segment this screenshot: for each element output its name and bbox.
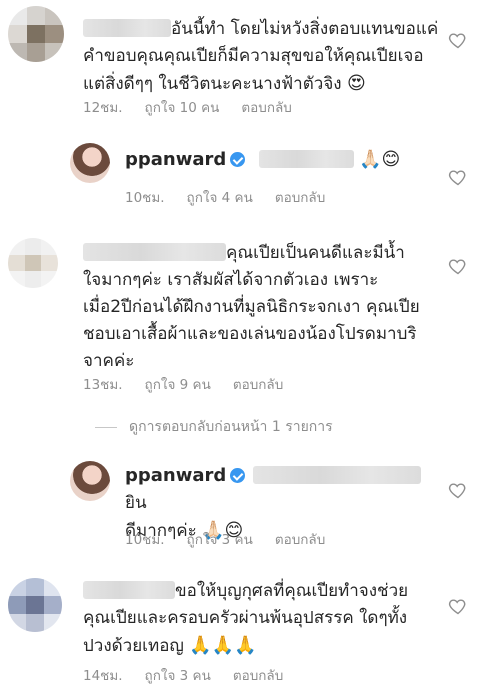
comment-text: คุณเปียเป็นคนดีและมีน้ำ ใจมากๆค่ะ เราสัม…	[83, 240, 453, 375]
username[interactable]: ppanward	[125, 465, 226, 486]
like-heart-icon[interactable]	[448, 30, 468, 50]
like-heart-icon[interactable]	[448, 167, 468, 187]
comment-line: คุณเปียเป็นคนดีและมีน้ำ	[226, 243, 405, 263]
reply-meta: 10ชม. ถูกใจ 4 คน ตอบกลับ	[125, 186, 325, 208]
comment-line: ขอให้บุญกุศลที่คุณเปียทำจงช่วย	[175, 581, 409, 601]
comment-line: อันนี้ทำ โดยไม่หวังสิ่งตอบแทนขอแค่	[171, 19, 439, 39]
like-heart-icon[interactable]	[448, 256, 468, 276]
comment-meta: 13ชม. ถูกใจ 9 คน ตอบกลับ	[83, 373, 283, 395]
likes-count[interactable]: ถูกใจ 3 คน	[145, 664, 211, 686]
pray-emoji: 🙏🙏🙏	[189, 635, 257, 656]
view-replies-label: ดูการตอบกลับก่อนหน้า 1 รายการ	[129, 419, 333, 435]
blurred-mention	[253, 466, 422, 484]
comment-time: 12ชม.	[83, 100, 123, 116]
avatar[interactable]	[8, 238, 58, 288]
likes-count[interactable]: ถูกใจ 10 คน	[145, 96, 220, 118]
reply-button[interactable]: ตอบกลับ	[275, 186, 325, 208]
comment-line: ชอบเอาเสื้อผ้าและของเล่นของน้องโปรดมาบริ	[83, 324, 417, 344]
avatar[interactable]	[8, 578, 62, 632]
reply-button[interactable]: ตอบกลับ	[241, 96, 291, 118]
reply-line: ยิน	[125, 493, 147, 513]
view-previous-replies[interactable]: ดูการตอบกลับก่อนหน้า 1 รายการ	[95, 416, 333, 438]
heart-eyes-emoji: 😍	[346, 73, 366, 94]
reply-time: 10ชม.	[125, 190, 165, 206]
reply-button[interactable]: ตอบกลับ	[275, 528, 325, 550]
reply-time: 10ชม.	[125, 532, 165, 548]
pray-smile-emoji: 🙏🏻😊	[359, 149, 401, 170]
reply-button[interactable]: ตอบกลับ	[233, 373, 283, 395]
likes-count[interactable]: ถูกใจ 3 คน	[187, 528, 253, 550]
comment-line: เมื่อ2ปีก่อนได้ฝึกงานที่มูลนิธิกระจกเงา …	[83, 297, 420, 317]
like-heart-icon[interactable]	[448, 480, 468, 500]
blurred-username	[83, 581, 175, 599]
username[interactable]: ppanward	[125, 149, 226, 170]
comment-text: ขอให้บุญกุศลที่คุณเปียทำจงช่วย คุณเปียแล…	[83, 578, 453, 660]
comment-meta: 14ชม. ถูกใจ 3 คน ตอบกลับ	[83, 664, 283, 686]
comment-time: 13ชม.	[83, 377, 123, 393]
comment-text: อันนี้ทำ โดยไม่หวังสิ่งตอบแทนขอแค่ คำขอบ…	[83, 16, 453, 98]
reply-text: ppanward 🙏🏻😊	[125, 146, 445, 174]
comment-line: ใจมากๆค่ะ เราสัมผัสได้จากตัวเอง เพราะ	[83, 270, 379, 290]
blurred-mention	[258, 150, 354, 168]
verified-badge-icon	[230, 152, 246, 167]
comment-time: 14ชม.	[83, 668, 123, 684]
comment-meta: 12ชม. ถูกใจ 10 คน ตอบกลับ	[83, 96, 292, 118]
comment-line: จาคค่ะ	[83, 351, 135, 371]
reply-button[interactable]: ตอบกลับ	[233, 664, 283, 686]
ppanward-avatar[interactable]	[70, 461, 110, 501]
like-heart-icon[interactable]	[448, 596, 468, 616]
avatar[interactable]	[8, 6, 64, 62]
comment-line: แต่สิ่งดีๆๆ ในชีวิตนะคะนางฟ้าตัวจิง	[83, 74, 342, 94]
comment-line: คุณเปียและครอบครัวผ่านพ้นอุปสรรค ใดๆทั้ง	[83, 608, 408, 628]
comment-line: คำขอบคุณคุณเปียก็มีความสุขขอให้คุณเปียเจ…	[83, 46, 424, 66]
ppanward-avatar[interactable]	[70, 143, 110, 183]
divider-line	[95, 426, 117, 428]
reply-meta: 10ชม. ถูกใจ 3 คน ตอบกลับ	[125, 528, 325, 550]
blurred-username	[83, 19, 171, 37]
likes-count[interactable]: ถูกใจ 9 คน	[145, 373, 211, 395]
verified-badge-icon	[230, 468, 246, 483]
blurred-username	[83, 243, 226, 261]
comment-line: ปวงด้วยเทอญ	[83, 636, 184, 656]
likes-count[interactable]: ถูกใจ 4 คน	[187, 186, 253, 208]
